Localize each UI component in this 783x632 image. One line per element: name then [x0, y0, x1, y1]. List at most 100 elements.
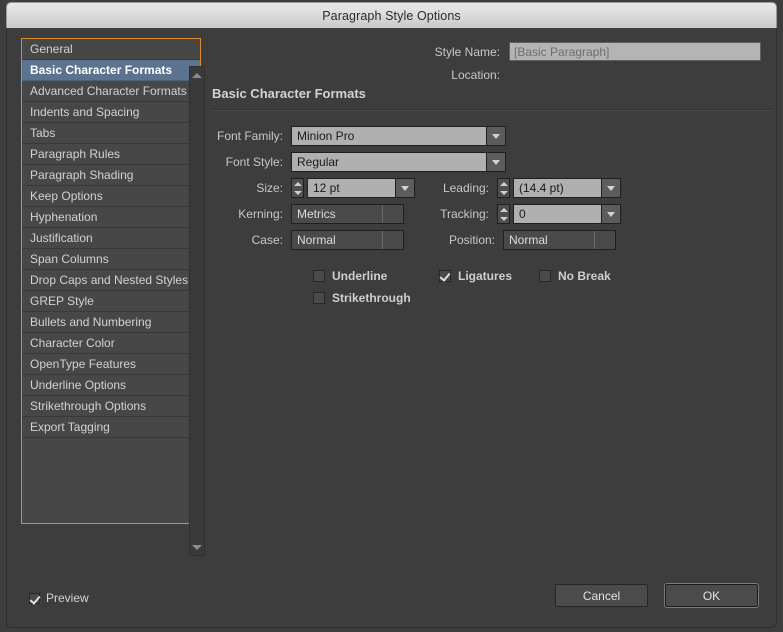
tracking-row: Tracking: 0	[421, 203, 621, 225]
location-label: Location:	[451, 68, 500, 82]
ligatures-checkbox[interactable]	[439, 270, 451, 282]
dialog-titlebar[interactable]: Paragraph Style Options	[6, 2, 777, 28]
size-stepper[interactable]	[291, 178, 304, 198]
sidebar-item-basic-character-formats[interactable]: Basic Character Formats	[22, 60, 200, 81]
chevron-down-icon	[607, 185, 615, 191]
tracking-field[interactable]: 0	[513, 204, 621, 224]
chevron-down-icon	[401, 185, 409, 191]
sidebar-item-label: Underline Options	[30, 378, 127, 392]
sidebar-item-label: GREP Style	[30, 294, 94, 308]
sidebar-item-label: Justification	[30, 231, 93, 245]
underline-checkbox[interactable]	[313, 270, 325, 282]
case-dropdown-button[interactable]	[382, 231, 403, 249]
font-family-row: Font Family: Minion Pro	[205, 125, 506, 147]
sidebar-item-label: General	[30, 42, 73, 56]
sidebar-item-span-columns[interactable]: Span Columns	[22, 249, 200, 270]
sidebar-item-indents-and-spacing[interactable]: Indents and Spacing	[22, 102, 200, 123]
sidebar-item-keep-options[interactable]: Keep Options	[22, 186, 200, 207]
kerning-dropdown-button[interactable]	[382, 205, 403, 223]
stepper-up-icon[interactable]	[293, 181, 302, 186]
sidebar-item-bullets-and-numbering[interactable]: Bullets and Numbering	[22, 312, 200, 333]
sidebar-item-label: Bullets and Numbering	[30, 315, 152, 329]
sidebar-item-label: Drop Caps and Nested Styles	[30, 273, 189, 287]
case-value: Normal	[297, 233, 336, 247]
font-family-label: Font Family:	[216, 129, 283, 143]
section-divider	[212, 109, 772, 111]
triangle-down-icon	[192, 544, 202, 550]
kerning-value: Metrics	[297, 207, 336, 221]
sidebar-item-label: Advanced Character Formats	[30, 84, 187, 98]
kerning-dropdown[interactable]: Metrics	[291, 204, 404, 224]
cancel-button-label: Cancel	[582, 588, 621, 603]
sidebar-item-underline-options[interactable]: Underline Options	[22, 375, 200, 396]
leading-field[interactable]: (14.4 pt)	[513, 178, 621, 198]
position-row: Position: Normal	[421, 229, 616, 251]
category-list[interactable]: General Basic Character Formats Advanced C…	[21, 38, 201, 524]
font-style-dropdown-button[interactable]	[486, 152, 506, 172]
sidebar-item-label: Export Tagging	[30, 420, 110, 434]
size-dropdown-button[interactable]	[395, 178, 415, 198]
tracking-stepper[interactable]	[497, 204, 510, 224]
ligatures-checkbox-row[interactable]: Ligatures	[439, 269, 512, 283]
font-style-row: Font Style: Regular	[205, 151, 506, 173]
position-dropdown-button[interactable]	[594, 231, 615, 249]
font-family-dropdown-button[interactable]	[486, 126, 506, 146]
tracking-dropdown-button[interactable]	[601, 204, 621, 224]
section-title: Basic Character Formats	[212, 86, 366, 101]
ligatures-label: Ligatures	[458, 269, 513, 283]
sidebar-item-label: Paragraph Rules	[30, 147, 121, 161]
stepper-down-icon[interactable]	[499, 216, 508, 221]
preview-checkbox[interactable]	[29, 592, 40, 604]
sidebar-item-tabs[interactable]: Tabs	[22, 123, 200, 144]
position-label: Position:	[448, 233, 495, 247]
font-style-dropdown[interactable]: Regular	[291, 152, 506, 172]
position-dropdown[interactable]: Normal	[503, 230, 616, 250]
category-list-scrollbar[interactable]	[189, 66, 205, 556]
dialog-title: Paragraph Style Options	[322, 8, 461, 23]
stepper-down-icon[interactable]	[499, 190, 508, 195]
case-dropdown[interactable]: Normal	[291, 230, 404, 250]
style-name-input[interactable]	[509, 42, 761, 61]
kerning-row: Kerning: Metrics	[205, 203, 404, 225]
ok-button[interactable]: OK	[665, 584, 758, 607]
sidebar-item-grep-style[interactable]: GREP Style	[22, 291, 200, 312]
leading-value: (14.4 pt)	[513, 178, 601, 198]
no-break-checkbox[interactable]	[539, 270, 551, 282]
sidebar-item-opentype-features[interactable]: OpenType Features	[22, 354, 200, 375]
sidebar-item-label: Indents and Spacing	[30, 105, 140, 119]
sidebar-item-general[interactable]: General	[22, 39, 200, 60]
scroll-up-button[interactable]	[190, 68, 204, 82]
preview-checkbox-row[interactable]: Preview	[29, 591, 89, 605]
font-style-value: Regular	[291, 152, 486, 172]
stepper-up-icon[interactable]	[499, 181, 508, 186]
sidebar-item-label: Hyphenation	[30, 210, 98, 224]
sidebar-item-advanced-character-formats[interactable]: Advanced Character Formats	[22, 81, 200, 102]
chevron-down-icon	[492, 133, 500, 139]
stepper-down-icon[interactable]	[293, 190, 302, 195]
sidebar-item-hyphenation[interactable]: Hyphenation	[22, 207, 200, 228]
no-break-checkbox-row[interactable]: No Break	[539, 269, 611, 283]
leading-dropdown-button[interactable]	[601, 178, 621, 198]
underline-label: Underline	[332, 269, 388, 283]
sidebar-item-paragraph-rules[interactable]: Paragraph Rules	[22, 144, 200, 165]
leading-stepper[interactable]	[497, 178, 510, 198]
sidebar-item-paragraph-shading[interactable]: Paragraph Shading	[22, 165, 200, 186]
font-family-dropdown[interactable]: Minion Pro	[291, 126, 506, 146]
scroll-down-button[interactable]	[190, 540, 204, 554]
size-field[interactable]: 12 pt	[307, 178, 415, 198]
sidebar-item-drop-caps-and-nested-styles[interactable]: Drop Caps and Nested Styles	[22, 270, 200, 291]
sidebar-item-character-color[interactable]: Character Color	[22, 333, 200, 354]
sidebar-item-strikethrough-options[interactable]: Strikethrough Options	[22, 396, 200, 417]
sidebar-item-export-tagging[interactable]: Export Tagging	[22, 417, 200, 438]
strikethrough-checkbox-row[interactable]: Strikethrough	[313, 291, 411, 305]
sidebar-item-label: Character Color	[30, 336, 115, 350]
underline-checkbox-row[interactable]: Underline	[313, 269, 387, 283]
no-break-label: No Break	[558, 269, 611, 283]
sidebar-item-justification[interactable]: Justification	[22, 228, 200, 249]
strikethrough-checkbox[interactable]	[313, 292, 325, 304]
stepper-up-icon[interactable]	[499, 207, 508, 212]
sidebar-item-label: OpenType Features	[30, 357, 137, 371]
leading-row: Leading: (14.4 pt)	[421, 177, 621, 199]
cancel-button[interactable]: Cancel	[555, 584, 648, 607]
position-value: Normal	[509, 233, 548, 247]
